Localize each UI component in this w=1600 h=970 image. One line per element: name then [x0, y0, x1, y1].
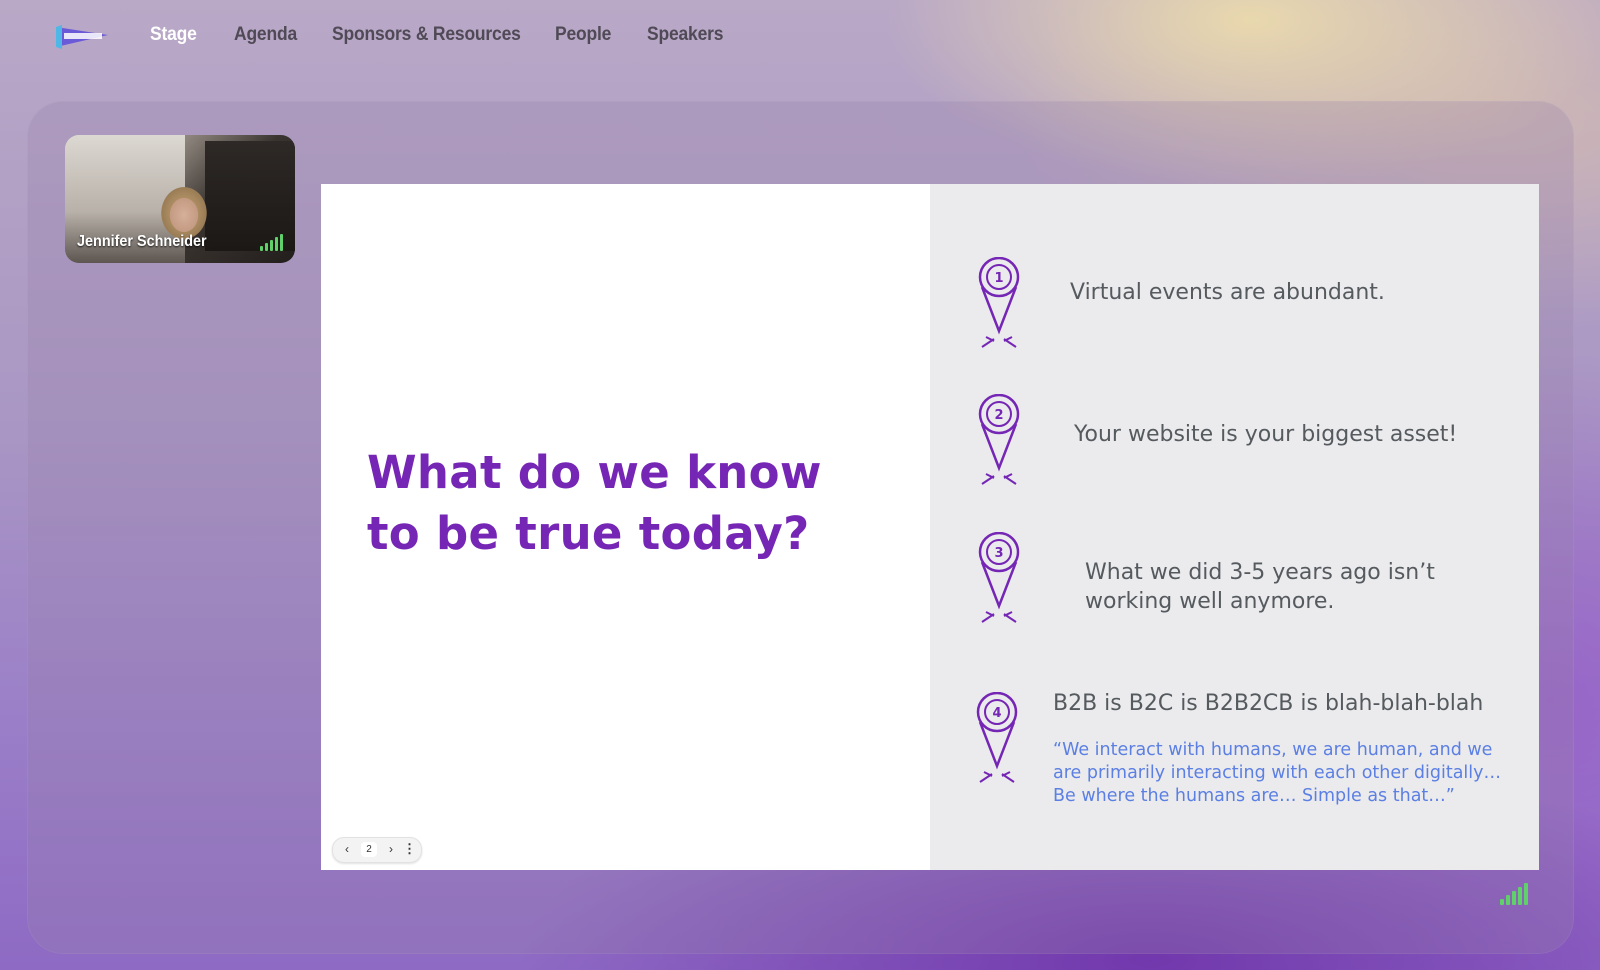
pin-2-icon: 2 — [976, 393, 1022, 490]
point-4-quote-line1: “We interact with humans, we are human, … — [1053, 740, 1493, 760]
pin-4-number: 4 — [992, 706, 1001, 721]
slide-navigation-toolbar: ‹ 2 › ⋮ — [332, 837, 422, 863]
slide-points-panel: 1 Virtual events are abundant. 2 Your we… — [930, 184, 1539, 870]
nav-people[interactable]: People — [555, 24, 611, 46]
slide-more-options-button[interactable]: ⋮ — [403, 841, 416, 857]
speaker-video-tile[interactable]: Jennifer Schneider — [65, 135, 295, 263]
pin-4-icon: 4 — [974, 691, 1020, 788]
point-3-text-line1: What we did 3-5 years ago isn’t — [1085, 560, 1435, 585]
pin-1-icon: 1 — [976, 256, 1022, 353]
speaker-name: Jennifer Schneider — [77, 233, 207, 250]
speaker-signal-icon — [260, 234, 283, 251]
nav-agenda[interactable]: Agenda — [234, 24, 297, 46]
stage-signal-icon — [1500, 883, 1528, 905]
slide-page-number: 2 — [361, 842, 377, 857]
nav-stage[interactable]: Stage — [150, 24, 197, 46]
nav-speakers[interactable]: Speakers — [647, 24, 723, 46]
nav-sponsors-resources[interactable]: Sponsors & Resources — [332, 24, 521, 46]
event-logo[interactable] — [52, 23, 110, 51]
pin-3-icon: 3 — [976, 531, 1022, 628]
pin-2-number: 2 — [994, 408, 1003, 423]
point-2-text: Your website is your biggest asset! — [1074, 422, 1458, 447]
presentation-slide: What do we know to be true today? 1 Virt… — [321, 184, 1539, 870]
slide-title: What do we know to be true today? — [367, 446, 822, 560]
top-nav: Stage Agenda Sponsors & Resources People… — [0, 0, 1600, 78]
point-1-text: Virtual events are abundant. — [1070, 280, 1385, 305]
pin-3-number: 3 — [994, 546, 1003, 561]
point-4-text: B2B is B2C is B2B2CB is blah-blah-blah — [1053, 691, 1484, 716]
previous-slide-button[interactable]: ‹ — [341, 842, 353, 856]
next-slide-button[interactable]: › — [385, 842, 397, 856]
point-4-quote-line2: are primarily interacting with each othe… — [1053, 763, 1501, 783]
point-3-text-line2: working well anymore. — [1085, 589, 1335, 614]
point-4-quote-line3: Be where the humans are… Simple as that…… — [1053, 786, 1455, 806]
pin-1-number: 1 — [994, 271, 1003, 286]
